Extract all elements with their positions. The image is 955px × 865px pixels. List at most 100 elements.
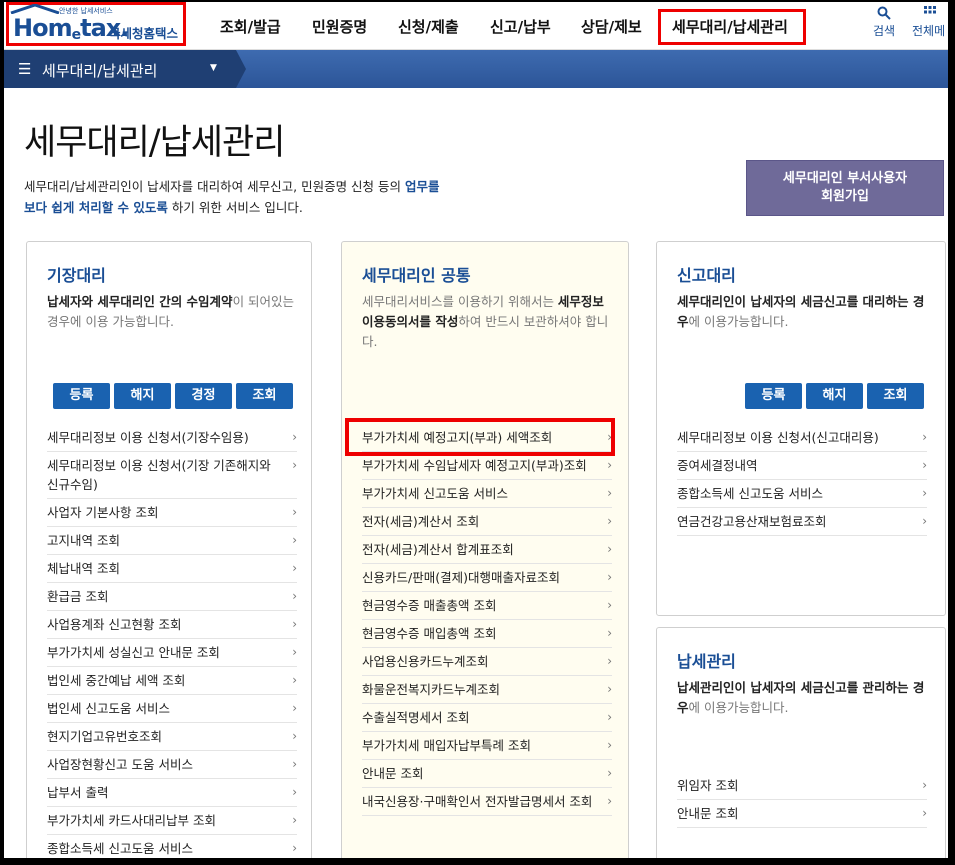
chevron-right-icon: › — [607, 766, 612, 780]
list-item-label: 안내문 조회 — [677, 806, 739, 821]
top-nav: 안녕한 납세서비스 Hometax. 국세청홈택스 조회/발급 민원증명 신청/… — [4, 2, 948, 50]
list-item-label: 현금영수증 매입총액 조회 — [362, 626, 497, 641]
card-description: 세무대리서비스를 이용하기 위해서는 세무정보이용동의서를 작성하여 반드시 보… — [362, 294, 609, 349]
inquiry-button[interactable]: 조회 — [867, 383, 924, 409]
list-item-label: 전자(세금)계산서 합계표조회 — [362, 542, 514, 557]
search-icon — [866, 6, 902, 22]
card-description: 납세관리인이 납세자의 세금신고를 관리하는 경우에 이용가능합니다. — [677, 680, 925, 715]
breadcrumb-dropdown[interactable]: ☰ 세무대리/납세관리 ▼ — [4, 50, 236, 88]
chevron-right-icon: › — [607, 542, 612, 556]
list-item[interactable]: 부가가치세 수임납세자 예정고지(부과)조회 › — [362, 452, 612, 480]
chevron-right-icon: › — [292, 785, 297, 799]
list-item[interactable]: 증여세결정내역 › — [677, 452, 927, 480]
list-item[interactable]: 종합소득세 신고도움 서비스 › — [677, 480, 927, 508]
list-item-label: 전자(세금)계산서 조회 — [362, 514, 480, 529]
list-item[interactable]: 화물운전복지카드누계조회 › — [362, 676, 612, 704]
chevron-right-icon: › — [292, 533, 297, 547]
list-item-label: 사업용신용카드누계조회 — [362, 654, 489, 669]
list-item[interactable]: 사업용계좌 신고현황 조회 › — [47, 611, 297, 639]
chevron-right-icon: › — [292, 505, 297, 519]
list-item[interactable]: 부가가치세 성실신고 안내문 조회 › — [47, 639, 297, 667]
card-agent-common: 세무대리인 공통 세무대리서비스를 이용하기 위해서는 세무정보이용동의서를 작… — [341, 241, 629, 858]
list-item[interactable]: 전자(세금)계산서 합계표조회 › — [362, 536, 612, 564]
nav-item-inquiry[interactable]: 조회/발급 — [220, 16, 281, 36]
list-item[interactable]: 내국신용장·구매확인서 전자발급명세서 조회 › — [362, 788, 612, 816]
list-item-label: 연금건강고용산재보험료조회 — [677, 514, 827, 529]
list-item[interactable]: 세무대리정보 이용 신청서(기장 기존해지와 신규수임) › — [47, 452, 297, 499]
list-item[interactable]: 신용카드/판매(결제)대행매출자료조회 › — [362, 564, 612, 592]
list-item[interactable]: 현지기업고유번호조회 › — [47, 723, 297, 751]
register-button[interactable]: 등록 — [53, 383, 110, 409]
chevron-right-icon: › — [607, 514, 612, 528]
chevron-right-icon: › — [607, 626, 612, 640]
card2-list: 부가가치세 예정고지(부과) 세액조회 › 부가가치세 수임납세자 예정고지(부과)… — [362, 424, 612, 816]
caret-down-icon: ▼ — [210, 63, 217, 73]
list-item[interactable]: 부가가치세 신고도움 서비스 › — [362, 480, 612, 508]
all-menu-button[interactable]: 전체메 — [912, 6, 948, 39]
inquiry-button[interactable]: 조회 — [236, 383, 293, 409]
list-item-label: 세무대리정보 이용 신청서(기장수임용) — [47, 430, 249, 445]
list-item[interactable]: 종합소득세 신고도움 서비스 › — [47, 835, 297, 858]
list-item-label: 현금영수증 매출총액 조회 — [362, 598, 497, 613]
nav-item-consult[interactable]: 상담/제보 — [581, 16, 642, 36]
chevron-right-icon: › — [922, 778, 927, 792]
list-item-label: 안내문 조회 — [362, 766, 424, 781]
list-item[interactable]: 사업용신용카드누계조회 › — [362, 648, 612, 676]
list-item[interactable]: 납부서 출력 › — [47, 779, 297, 807]
correct-button[interactable]: 경정 — [175, 383, 232, 409]
card4-list: 위임자 조회 › 안내문 조회 › — [677, 772, 927, 828]
list-item[interactable]: 체납내역 조회 › — [47, 555, 297, 583]
search-nav-button[interactable]: 검색 — [866, 6, 902, 39]
agent-dept-user-signup-button[interactable]: 세무대리인 부서사용자 회원가입 — [746, 160, 944, 216]
list-item[interactable]: 수출실적명세서 조회 › — [362, 704, 612, 732]
card-title: 신고대리 — [677, 266, 736, 285]
list-item-label: 부가가치세 신고도움 서비스 — [362, 486, 508, 501]
nav-item-report-pay[interactable]: 신고/납부 — [490, 16, 551, 36]
grid-icon — [912, 6, 948, 22]
list-item[interactable]: 고지내역 조회 › — [47, 527, 297, 555]
list-item[interactable]: 전자(세금)계산서 조회 › — [362, 508, 612, 536]
chevron-right-icon: › — [292, 729, 297, 743]
nav-item-certificate[interactable]: 민원증명 — [312, 16, 367, 36]
list-item[interactable]: 안내문 조회 › — [362, 760, 612, 788]
list-item-label: 사업장현황신고 도움 서비스 — [47, 757, 193, 772]
menu-icon: ☰ — [18, 60, 32, 78]
list-item[interactable]: 세무대리정보 이용 신청서(기장수임용) › — [47, 424, 297, 452]
list-item[interactable]: 안내문 조회 › — [677, 800, 927, 828]
list-item-label: 고지내역 조회 — [47, 533, 120, 548]
chevron-right-icon: › — [292, 561, 297, 575]
list-item-label: 체납내역 조회 — [47, 561, 120, 576]
list-item[interactable]: 세무대리정보 이용 신청서(신고대리용) › — [677, 424, 927, 452]
list-item[interactable]: 법인세 중간예납 세액 조회 › — [47, 667, 297, 695]
list-item[interactable]: 사업자 기본사항 조회 › — [47, 499, 297, 527]
nav-item-application[interactable]: 신청/제출 — [398, 16, 459, 36]
list-item[interactable]: 현금영수증 매출총액 조회 › — [362, 592, 612, 620]
chevron-right-icon: › — [607, 794, 612, 808]
chevron-right-icon: › — [292, 841, 297, 855]
page-title: 세무대리/납세관리 — [24, 123, 285, 163]
list-item[interactable]: 법인세 신고도움 서비스 › — [47, 695, 297, 723]
list-item[interactable]: 연금건강고용산재보험료조회 › — [677, 508, 927, 536]
nav-highlight-box — [658, 9, 806, 45]
hometax-logo[interactable]: 안녕한 납세서비스 Hometax. 국세청홈택스 — [6, 2, 186, 46]
list-item[interactable]: 사업장현황신고 도움 서비스 › — [47, 751, 297, 779]
list-item-label: 증여세결정내역 — [677, 458, 758, 473]
list-item[interactable]: 현금영수증 매입총액 조회 › — [362, 620, 612, 648]
chevron-right-icon: › — [922, 806, 927, 820]
list-item[interactable]: 부가가치세 카드사대리납부 조회 › — [47, 807, 297, 835]
button-row: 등록 해지 조회 — [745, 383, 924, 409]
breadcrumb-bar: ☰ 세무대리/납세관리 ▼ — [4, 50, 948, 88]
list-item[interactable]: 위임자 조회 › — [677, 772, 927, 800]
terminate-button[interactable]: 해지 — [806, 383, 863, 409]
chevron-right-icon: › — [922, 458, 927, 472]
list-item[interactable]: 환급금 조회 › — [47, 583, 297, 611]
list-item[interactable]: 부가가치세 매입자납부특례 조회 › — [362, 732, 612, 760]
terminate-button[interactable]: 해지 — [114, 383, 171, 409]
chevron-right-icon: › — [607, 598, 612, 612]
chevron-right-icon: › — [922, 486, 927, 500]
card1-list: 세무대리정보 이용 신청서(기장수임용) › 세무대리정보 이용 신청서(기장 기존… — [47, 424, 297, 858]
register-button[interactable]: 등록 — [745, 383, 802, 409]
chevron-right-icon: › — [292, 617, 297, 631]
list-item-label: 법인세 신고도움 서비스 — [47, 701, 170, 716]
list-item-label: 환급금 조회 — [47, 589, 109, 604]
